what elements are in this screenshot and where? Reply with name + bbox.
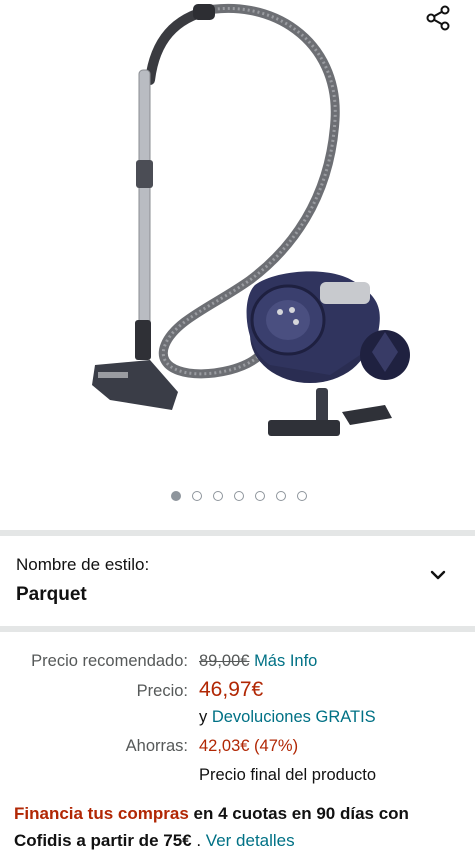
carousel-dot[interactable] — [234, 491, 244, 501]
style-value: Parquet — [16, 584, 87, 605]
recommended-price-label: Precio recomendado: — [31, 652, 188, 670]
see-details-link[interactable]: Ver detalles — [206, 831, 295, 850]
product-image[interactable] — [50, 0, 430, 470]
free-returns-link[interactable]: Devoluciones GRATIS — [212, 708, 376, 726]
carousel-dot[interactable] — [192, 491, 202, 501]
final-price-note: Precio final del producto — [199, 766, 377, 784]
returns-row: y Devoluciones GRATIS — [199, 708, 376, 727]
financing-provider-text: Cofidis a partir de 75€ — [14, 831, 192, 850]
style-selector[interactable]: Nombre de estilo: Parquet — [0, 536, 475, 626]
carousel-dot[interactable] — [255, 491, 265, 501]
financing-link[interactable]: Financia tus compras — [14, 804, 189, 823]
savings-value: 42,03€ (47%) — [199, 737, 299, 755]
recommended-price-value: 89,00€ — [199, 652, 250, 670]
price-value: 46,97€ — [199, 678, 264, 701]
savings-label: Ahorras: — [125, 737, 188, 755]
more-info-link[interactable]: Más Info — [254, 652, 317, 670]
carousel-dot[interactable] — [297, 491, 307, 501]
share-icon[interactable] — [424, 4, 452, 32]
image-carousel-indicators[interactable] — [0, 491, 475, 501]
vacuum-handle — [145, 5, 215, 85]
section-divider — [0, 626, 475, 632]
financing-text: en 4 cuotas en 90 días con — [188, 804, 409, 823]
vacuum-wand — [138, 69, 151, 336]
style-label: Nombre de estilo: — [16, 555, 150, 574]
carousel-dot[interactable] — [213, 491, 223, 501]
recommended-price-row: 89,00€ Más Info — [199, 652, 317, 671]
carousel-dot[interactable] — [276, 491, 286, 501]
product-image-gallery[interactable] — [0, 0, 475, 530]
chevron-down-icon[interactable] — [428, 565, 448, 585]
price-label: Precio: — [136, 682, 188, 700]
returns-prefix: y — [199, 708, 208, 726]
carousel-dot[interactable] — [171, 491, 181, 501]
financing-separator: . — [191, 831, 206, 850]
financing-info: Financia tus compras en 4 cuotas en 90 d… — [14, 800, 464, 854]
